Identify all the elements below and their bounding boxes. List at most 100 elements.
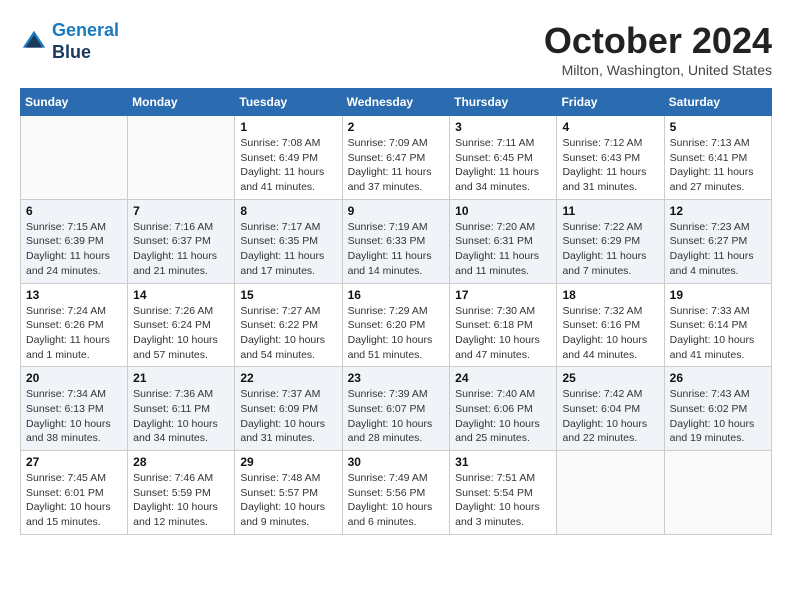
day-info: Sunrise: 7:45 AMSunset: 6:01 PMDaylight:…: [26, 471, 122, 530]
calendar-cell: 7Sunrise: 7:16 AMSunset: 6:37 PMDaylight…: [128, 199, 235, 283]
day-number: 20: [26, 371, 122, 385]
day-info: Sunrise: 7:17 AMSunset: 6:35 PMDaylight:…: [240, 220, 336, 279]
calendar-cell: 19Sunrise: 7:33 AMSunset: 6:14 PMDayligh…: [664, 283, 771, 367]
calendar-cell: 27 Sunrise: 7:45 AMSunset: 6:01 PMDayligh…: [21, 451, 128, 535]
calendar-cell: 20 Sunrise: 7:34 AMSunset: 6:13 PMDayligh…: [21, 367, 128, 451]
title-block: October 2024 Milton, Washington, United …: [544, 20, 772, 78]
weekday-header: Thursday: [450, 89, 557, 116]
calendar-cell: 30 Sunrise: 7:49 AMSunset: 5:56 PMDayligh…: [342, 451, 450, 535]
calendar-cell: [664, 451, 771, 535]
calendar-cell: 10Sunrise: 7:20 AMSunset: 6:31 PMDayligh…: [450, 199, 557, 283]
calendar-table: SundayMondayTuesdayWednesdayThursdayFrid…: [20, 88, 772, 535]
day-number: 13: [26, 288, 122, 302]
calendar-week-row: 27 Sunrise: 7:45 AMSunset: 6:01 PMDayligh…: [21, 451, 772, 535]
day-number: 31: [455, 455, 551, 469]
day-info: Sunrise: 7:37 AMSunset: 6:09 PMDaylight:…: [240, 387, 336, 446]
day-info: Sunrise: 7:42 AMSunset: 6:04 PMDaylight:…: [562, 387, 658, 446]
day-info: Sunrise: 7:15 AMSunset: 6:39 PMDaylight:…: [26, 220, 122, 279]
day-number: 21: [133, 371, 229, 385]
logo-text: General Blue: [52, 20, 119, 63]
day-info: Sunrise: 7:51 AMSunset: 5:54 PMDaylight:…: [455, 471, 551, 530]
day-number: 17: [455, 288, 551, 302]
day-number: 26: [670, 371, 766, 385]
calendar-cell: 12 Sunrise: 7:23 AMSunset: 6:27 PMDayligh…: [664, 199, 771, 283]
weekday-header: Monday: [128, 89, 235, 116]
day-number: 23: [348, 371, 445, 385]
calendar-cell: 26Sunrise: 7:43 AMSunset: 6:02 PMDayligh…: [664, 367, 771, 451]
calendar-cell: 21 Sunrise: 7:36 AMSunset: 6:11 PMDayligh…: [128, 367, 235, 451]
day-info: Sunrise: 7:40 AMSunset: 6:06 PMDaylight:…: [455, 387, 551, 446]
day-info: Sunrise: 7:34 AMSunset: 6:13 PMDaylight:…: [26, 387, 122, 446]
day-number: 9: [348, 204, 445, 218]
calendar-cell: 3Sunrise: 7:11 AMSunset: 6:45 PMDaylight…: [450, 116, 557, 200]
day-number: 7: [133, 204, 229, 218]
calendar-cell: 23Sunrise: 7:39 AMSunset: 6:07 PMDayligh…: [342, 367, 450, 451]
day-info: Sunrise: 7:46 AMSunset: 5:59 PMDaylight:…: [133, 471, 229, 530]
day-number: 2: [348, 120, 445, 134]
day-info: Sunrise: 7:09 AMSunset: 6:47 PMDaylight:…: [348, 136, 445, 195]
day-number: 4: [562, 120, 658, 134]
day-number: 11: [562, 204, 658, 218]
day-info: Sunrise: 7:30 AMSunset: 6:18 PMDaylight:…: [455, 304, 551, 363]
calendar-cell: 4 Sunrise: 7:12 AMSunset: 6:43 PMDaylight…: [557, 116, 664, 200]
calendar-cell: 16 Sunrise: 7:29 AMSunset: 6:20 PMDayligh…: [342, 283, 450, 367]
day-info: Sunrise: 7:26 AMSunset: 6:24 PMDaylight:…: [133, 304, 229, 363]
day-number: 19: [670, 288, 766, 302]
calendar-cell: 2 Sunrise: 7:09 AMSunset: 6:47 PMDaylight…: [342, 116, 450, 200]
month-title: October 2024: [544, 20, 772, 62]
day-number: 24: [455, 371, 551, 385]
logo-icon: [20, 28, 48, 56]
day-number: 6: [26, 204, 122, 218]
weekday-header: Friday: [557, 89, 664, 116]
day-info: Sunrise: 7:32 AMSunset: 6:16 PMDaylight:…: [562, 304, 658, 363]
weekday-header: Wednesday: [342, 89, 450, 116]
weekday-header: Sunday: [21, 89, 128, 116]
day-number: 5: [670, 120, 766, 134]
day-info: Sunrise: 7:19 AMSunset: 6:33 PMDaylight:…: [348, 220, 445, 279]
calendar-cell: [21, 116, 128, 200]
day-number: 16: [348, 288, 445, 302]
calendar-cell: 31 Sunrise: 7:51 AMSunset: 5:54 PMDayligh…: [450, 451, 557, 535]
day-number: 1: [240, 120, 336, 134]
calendar-cell: 29Sunrise: 7:48 AMSunset: 5:57 PMDayligh…: [235, 451, 342, 535]
day-number: 30: [348, 455, 445, 469]
day-info: Sunrise: 7:12 AMSunset: 6:43 PMDaylight:…: [562, 136, 658, 195]
day-number: 15: [240, 288, 336, 302]
day-number: 27: [26, 455, 122, 469]
day-info: Sunrise: 7:49 AMSunset: 5:56 PMDaylight:…: [348, 471, 445, 530]
calendar-week-row: 20 Sunrise: 7:34 AMSunset: 6:13 PMDayligh…: [21, 367, 772, 451]
day-info: Sunrise: 7:48 AMSunset: 5:57 PMDaylight:…: [240, 471, 336, 530]
calendar-cell: 14 Sunrise: 7:26 AMSunset: 6:24 PMDayligh…: [128, 283, 235, 367]
calendar-week-row: 1 Sunrise: 7:08 AMSunset: 6:49 PMDaylight…: [21, 116, 772, 200]
calendar-cell: 13Sunrise: 7:24 AMSunset: 6:26 PMDayligh…: [21, 283, 128, 367]
day-number: 8: [240, 204, 336, 218]
day-number: 12: [670, 204, 766, 218]
weekday-header: Tuesday: [235, 89, 342, 116]
day-info: Sunrise: 7:29 AMSunset: 6:20 PMDaylight:…: [348, 304, 445, 363]
page-header: General Blue October 2024 Milton, Washin…: [20, 20, 772, 78]
day-info: Sunrise: 7:23 AMSunset: 6:27 PMDaylight:…: [670, 220, 766, 279]
calendar-cell: 1 Sunrise: 7:08 AMSunset: 6:49 PMDaylight…: [235, 116, 342, 200]
day-number: 3: [455, 120, 551, 134]
calendar-cell: 24 Sunrise: 7:40 AMSunset: 6:06 PMDayligh…: [450, 367, 557, 451]
day-info: Sunrise: 7:22 AMSunset: 6:29 PMDaylight:…: [562, 220, 658, 279]
calendar-cell: 11 Sunrise: 7:22 AMSunset: 6:29 PMDayligh…: [557, 199, 664, 283]
location: Milton, Washington, United States: [544, 62, 772, 78]
day-number: 14: [133, 288, 229, 302]
calendar-cell: 17 Sunrise: 7:30 AMSunset: 6:18 PMDayligh…: [450, 283, 557, 367]
day-info: Sunrise: 7:08 AMSunset: 6:49 PMDaylight:…: [240, 136, 336, 195]
calendar-cell: 22 Sunrise: 7:37 AMSunset: 6:09 PMDayligh…: [235, 367, 342, 451]
day-number: 10: [455, 204, 551, 218]
weekday-header: Saturday: [664, 89, 771, 116]
day-info: Sunrise: 7:36 AMSunset: 6:11 PMDaylight:…: [133, 387, 229, 446]
calendar-week-row: 13Sunrise: 7:24 AMSunset: 6:26 PMDayligh…: [21, 283, 772, 367]
calendar-cell: 9 Sunrise: 7:19 AMSunset: 6:33 PMDaylight…: [342, 199, 450, 283]
calendar-week-row: 6 Sunrise: 7:15 AMSunset: 6:39 PMDaylight…: [21, 199, 772, 283]
calendar-cell: 15Sunrise: 7:27 AMSunset: 6:22 PMDayligh…: [235, 283, 342, 367]
day-number: 28: [133, 455, 229, 469]
calendar-cell: 28 Sunrise: 7:46 AMSunset: 5:59 PMDayligh…: [128, 451, 235, 535]
day-number: 22: [240, 371, 336, 385]
calendar-cell: [557, 451, 664, 535]
calendar-cell: 25Sunrise: 7:42 AMSunset: 6:04 PMDayligh…: [557, 367, 664, 451]
weekday-header-row: SundayMondayTuesdayWednesdayThursdayFrid…: [21, 89, 772, 116]
